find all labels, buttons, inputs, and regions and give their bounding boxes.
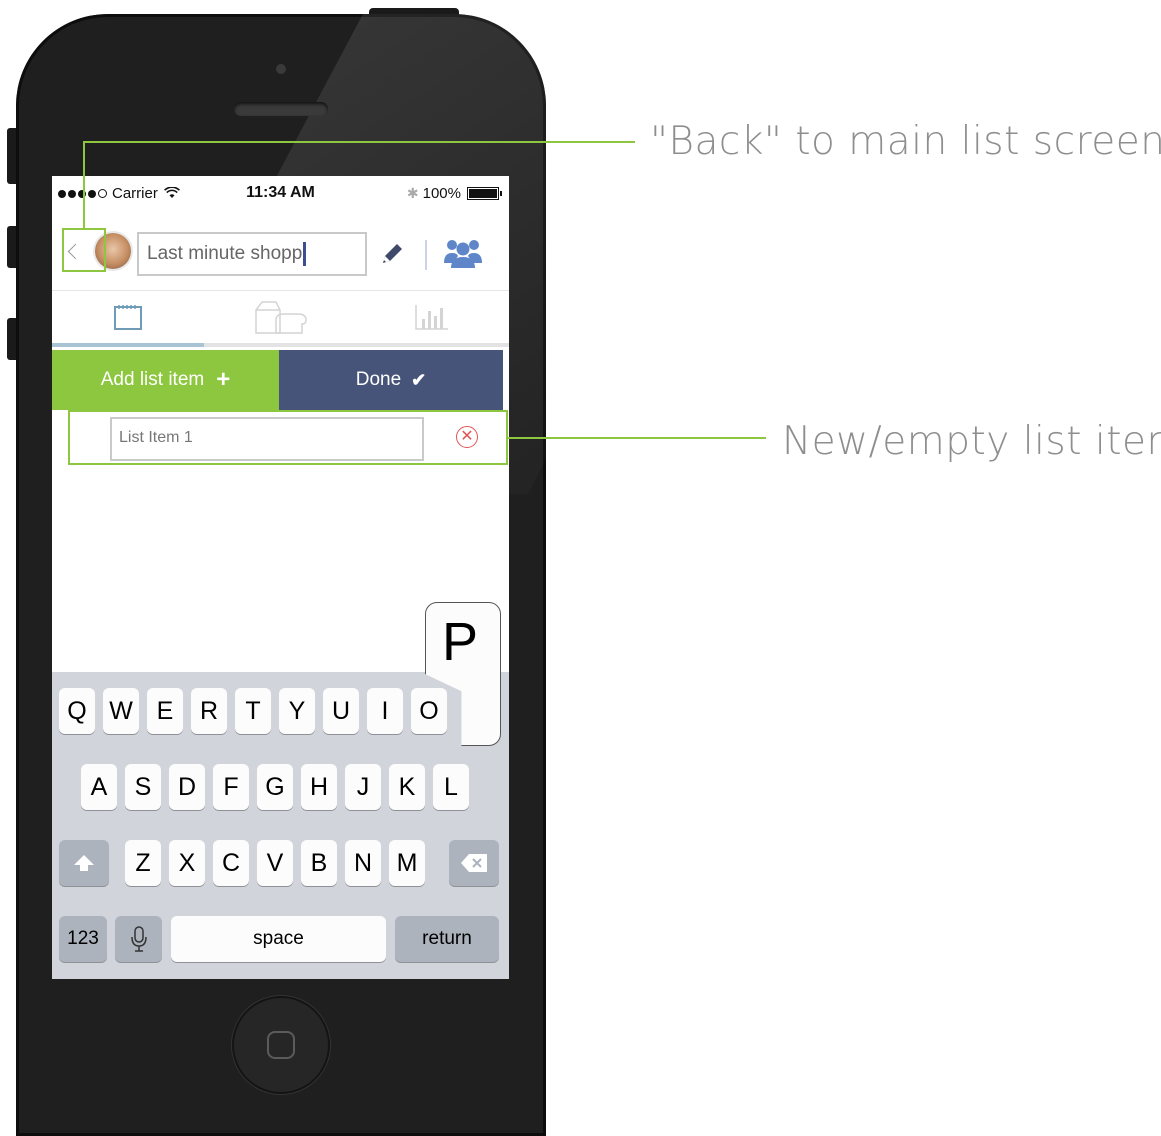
home-square-icon xyxy=(267,1031,295,1059)
new-item-annotation-box xyxy=(68,410,508,465)
key-f[interactable]: F xyxy=(213,764,249,810)
key-n[interactable]: N xyxy=(345,840,381,886)
grocery-icon xyxy=(255,301,307,334)
key-m[interactable]: M xyxy=(389,840,425,886)
back-annotation-connector xyxy=(83,141,635,143)
list-title-text: Last minute shopp xyxy=(147,243,303,265)
key-b[interactable]: B xyxy=(301,840,337,886)
front-camera xyxy=(276,64,286,74)
back-annotation-connector-vertical xyxy=(83,141,85,229)
tab-groceries[interactable] xyxy=(204,291,356,343)
phone-screen: Carrier 11:34 AM ✱ 100% Last minute shop… xyxy=(52,176,509,979)
checkmark-icon: ✔ xyxy=(411,369,427,390)
key-a[interactable]: A xyxy=(81,764,117,810)
key-q[interactable]: Q xyxy=(59,688,95,734)
key-h[interactable]: H xyxy=(301,764,337,810)
key-k[interactable]: K xyxy=(389,764,425,810)
key-o[interactable]: O xyxy=(411,688,447,734)
key-r[interactable]: R xyxy=(191,688,227,734)
tab-active-indicator xyxy=(52,343,204,347)
new-item-annotation-connector xyxy=(508,437,766,439)
list-title-input[interactable]: Last minute shopp xyxy=(137,232,367,276)
key-e[interactable]: E xyxy=(147,688,183,734)
tab-stats[interactable] xyxy=(356,291,508,343)
shift-key[interactable] xyxy=(59,840,109,886)
numbers-key[interactable]: 123 xyxy=(59,916,107,962)
backspace-icon xyxy=(461,854,487,872)
key-c[interactable]: C xyxy=(213,840,249,886)
backspace-key[interactable] xyxy=(449,840,499,886)
list-header: Last minute shopp xyxy=(52,226,509,282)
key-w[interactable]: W xyxy=(103,688,139,734)
back-annotation-box xyxy=(62,228,106,272)
battery-area: ✱ 100% xyxy=(406,185,502,202)
microphone-icon xyxy=(130,926,147,952)
key-s[interactable]: S xyxy=(125,764,161,810)
users-group-icon[interactable] xyxy=(443,236,483,270)
earpiece-speaker xyxy=(234,102,328,116)
text-caret xyxy=(303,242,307,266)
status-bar: Carrier 11:34 AM ✱ 100% xyxy=(52,176,509,210)
home-button[interactable] xyxy=(232,996,330,1094)
key-popup-letter: P xyxy=(442,612,479,672)
key-z[interactable]: Z xyxy=(125,840,161,886)
add-list-item-label: Add list item xyxy=(100,369,205,390)
back-annotation-label: "Back" to main list screen xyxy=(650,119,1161,164)
pencil-icon[interactable] xyxy=(377,239,407,269)
key-g[interactable]: G xyxy=(257,764,293,810)
dictation-key[interactable] xyxy=(115,916,162,962)
tab-bar xyxy=(52,290,509,347)
action-bar: Add list item + Done ✔ xyxy=(52,350,509,410)
new-item-annotation-label: New/empty list item xyxy=(782,419,1161,464)
key-u[interactable]: U xyxy=(323,688,359,734)
battery-percent: 100% xyxy=(422,185,461,202)
add-list-item-button[interactable]: Add list item + xyxy=(52,350,279,410)
bar-chart-icon xyxy=(415,305,448,330)
notepad-icon xyxy=(114,305,142,330)
onscreen-keyboard: Q W E R T Y U I O A S D F G H J K L Z X … xyxy=(52,672,509,979)
space-key[interactable]: space xyxy=(171,916,386,962)
key-d[interactable]: D xyxy=(169,764,205,810)
key-y[interactable]: Y xyxy=(279,688,315,734)
done-button[interactable]: Done ✔ xyxy=(279,350,503,410)
key-v[interactable]: V xyxy=(257,840,293,886)
key-j[interactable]: J xyxy=(345,764,381,810)
bluetooth-icon: ✱ xyxy=(406,185,419,201)
key-i[interactable]: I xyxy=(367,688,403,734)
header-divider xyxy=(425,240,427,270)
key-t[interactable]: T xyxy=(235,688,271,734)
tab-list[interactable] xyxy=(52,291,204,343)
key-x[interactable]: X xyxy=(169,840,205,886)
battery-icon xyxy=(467,187,502,200)
shift-arrow-icon xyxy=(74,855,94,871)
done-label: Done xyxy=(355,369,402,390)
plus-icon: + xyxy=(216,366,231,393)
return-key[interactable]: return xyxy=(395,916,499,962)
key-l[interactable]: L xyxy=(433,764,469,810)
